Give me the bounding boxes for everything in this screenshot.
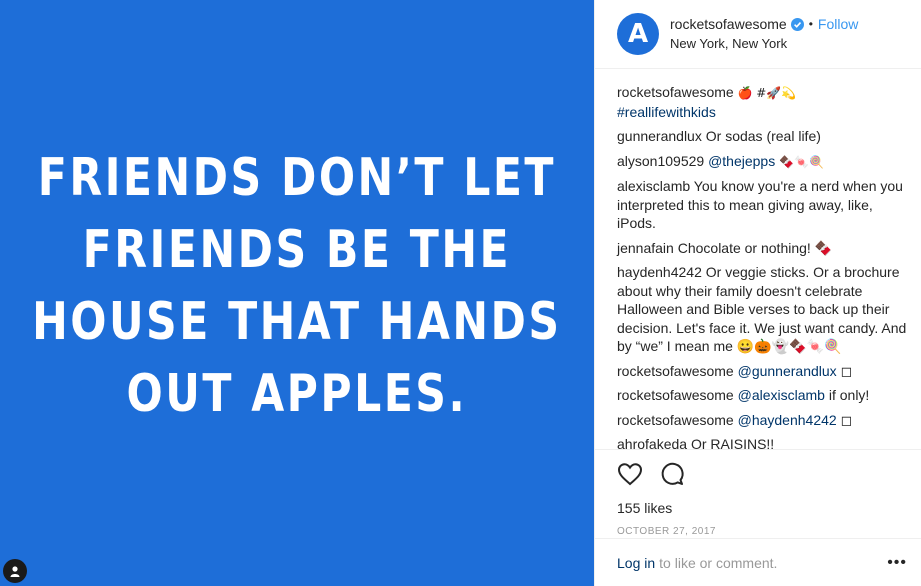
comment-mention[interactable]: @haydenh4242 xyxy=(738,412,837,428)
comment-item: rocketsofawesome @haydenh4242 ◻ xyxy=(617,411,907,430)
comment-username[interactable]: gunnerandlux xyxy=(617,128,702,144)
comment-text: ◻ xyxy=(840,411,853,428)
image-text-line: HOUSE THAT HANDS xyxy=(32,292,562,352)
comment-username[interactable]: haydenh4242 xyxy=(617,264,702,280)
comment-bubble-icon[interactable] xyxy=(659,461,685,492)
comment-mention[interactable]: @thejepps xyxy=(708,153,775,169)
caption-text: 🍎 #🚀💫 xyxy=(733,86,797,100)
instagram-post: FRIENDS DON’T LET FRIENDS BE THE HOUSE T… xyxy=(0,0,921,586)
comment-item: gunnerandlux Or sodas (real life) xyxy=(617,127,907,146)
login-bar: Log in to like or comment. ••• xyxy=(595,538,921,586)
follow-button[interactable]: Follow xyxy=(818,15,858,34)
comment-mention[interactable]: @gunnerandlux xyxy=(738,363,837,379)
post-actions: 155 likes OCTOBER 27, 2017 xyxy=(595,449,921,537)
comment-item: rocketsofawesome @gunnerandlux ◻ xyxy=(617,362,907,381)
image-text-line: OUT APPLES. xyxy=(126,364,468,424)
comment-username[interactable]: ahrofakeda xyxy=(617,436,687,449)
post-header: A rocketsofawesome • Follow New York, Ne… xyxy=(595,0,921,69)
comment-item: rocketsofawesome @alexisclamb if only! xyxy=(617,386,907,405)
comment-username[interactable]: rocketsofawesome xyxy=(617,387,734,403)
comment-item: jennafain Chocolate or nothing! 🍫 xyxy=(617,239,907,258)
location-link[interactable]: New York, New York xyxy=(670,34,858,53)
heart-icon[interactable] xyxy=(617,462,643,491)
caption: rocketsofawesome 🍎 #🚀💫 #reallifewithkids xyxy=(617,83,907,121)
like-count[interactable]: 155 likes xyxy=(617,500,899,516)
comment-item: alexisclamb You know you're a nerd when … xyxy=(617,177,907,233)
avatar[interactable]: A xyxy=(617,13,659,55)
comment-username[interactable]: rocketsofawesome xyxy=(617,412,734,428)
comment-username[interactable]: jennafain xyxy=(617,240,674,256)
image-text-line: FRIENDS DON’T LET xyxy=(37,148,557,208)
comment-text: Or RAISINS!! xyxy=(690,436,775,449)
comment-text: Chocolate or nothing! 🍫 xyxy=(677,239,833,256)
post-sidebar: A rocketsofawesome • Follow New York, Ne… xyxy=(594,0,921,586)
verified-badge-icon xyxy=(790,18,804,31)
comment-text: 🍫🍬🍭 xyxy=(779,154,824,169)
post-date: OCTOBER 27, 2017 xyxy=(617,526,716,537)
image-text-line: FRIENDS BE THE xyxy=(82,220,512,280)
comment-username[interactable]: alexisclamb xyxy=(617,178,690,194)
user-tag-icon[interactable] xyxy=(3,559,27,583)
image-text: FRIENDS DON’T LET FRIENDS BE THE HOUSE T… xyxy=(32,142,561,430)
comment-text: ◻ xyxy=(840,362,853,379)
username-link[interactable]: rocketsofawesome xyxy=(670,15,787,34)
comment-text: if only! xyxy=(828,387,870,403)
comment-text: Or sodas (real life) xyxy=(705,128,821,144)
comment-item: haydenh4242 Or veggie sticks. Or a broch… xyxy=(617,263,907,356)
comment-item: alyson109529 @thejepps 🍫🍬🍭 xyxy=(617,152,907,172)
comment-username[interactable]: rocketsofawesome xyxy=(617,363,734,379)
separator-dot: • xyxy=(808,17,813,31)
hashtag-link[interactable]: #reallifewithkids xyxy=(617,104,716,120)
post-image[interactable]: FRIENDS DON’T LET FRIENDS BE THE HOUSE T… xyxy=(0,0,594,586)
login-prompt-text: to like or comment. xyxy=(659,554,778,571)
more-options-icon[interactable]: ••• xyxy=(887,554,907,572)
comment-item: ahrofakeda Or RAISINS!! xyxy=(617,435,907,449)
login-link[interactable]: Log in xyxy=(617,555,655,571)
caption-username[interactable]: rocketsofawesome xyxy=(617,84,734,100)
comments-list[interactable]: rocketsofawesome 🍎 #🚀💫 #reallifewithkids… xyxy=(595,69,921,449)
comment-mention[interactable]: @alexisclamb xyxy=(738,387,825,403)
comment-username[interactable]: alyson109529 xyxy=(617,153,704,169)
